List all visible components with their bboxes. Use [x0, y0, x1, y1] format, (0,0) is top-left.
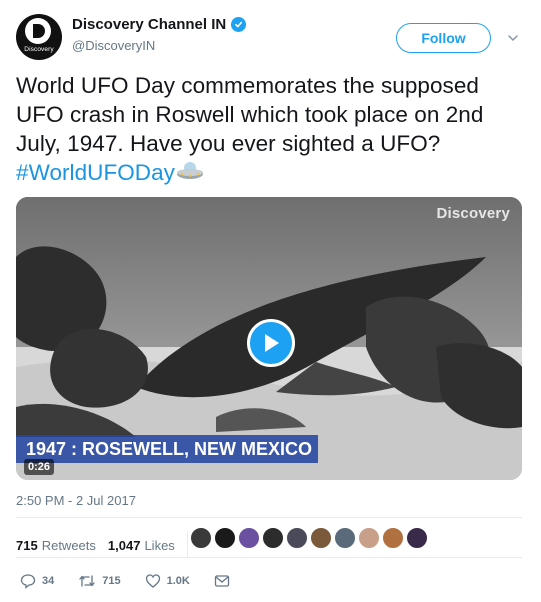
- liker-avatar[interactable]: [190, 527, 212, 549]
- liker-avatar[interactable]: [382, 527, 404, 549]
- discovery-watermark: Discovery: [436, 205, 510, 222]
- retweets-label: Retweets: [41, 537, 96, 553]
- hashtag-link[interactable]: #WorldUFODay: [16, 160, 175, 185]
- tweet-card: Discovery Discovery Channel IN @Discover…: [0, 0, 541, 602]
- retweets-count: 715: [16, 537, 38, 553]
- tweet-text: World UFO Day commemorates the supposed …: [16, 71, 526, 187]
- liker-avatar[interactable]: [334, 527, 356, 549]
- author-display-name[interactable]: Discovery Channel IN: [72, 16, 226, 33]
- avatar[interactable]: Discovery: [16, 14, 62, 60]
- retweet-count: 715: [102, 575, 121, 587]
- likes-stat[interactable]: 1,047 Likes: [108, 538, 175, 553]
- chevron-down-icon[interactable]: [506, 31, 520, 45]
- tweet-body: World UFO Day commemorates the supposed …: [16, 73, 484, 156]
- stats-separator: [186, 532, 188, 558]
- divider: [16, 557, 522, 558]
- liker-avatars: [190, 527, 428, 549]
- liker-avatar[interactable]: [310, 527, 332, 549]
- liker-avatar[interactable]: [286, 527, 308, 549]
- liker-avatar[interactable]: [406, 527, 428, 549]
- follow-button[interactable]: Follow: [396, 23, 491, 53]
- retweet-icon: [79, 575, 95, 587]
- reply-count: 34: [42, 575, 55, 587]
- envelope-icon: [214, 575, 230, 587]
- reply-icon: [20, 574, 36, 589]
- play-button[interactable]: [247, 319, 295, 367]
- video-caption: 1947 : ROSEWELL, NEW MEXICO: [16, 435, 319, 463]
- liker-avatar[interactable]: [238, 527, 260, 549]
- avatar-label: Discovery: [24, 46, 54, 53]
- like-button[interactable]: 1.0K: [145, 573, 190, 589]
- liker-avatar[interactable]: [214, 527, 236, 549]
- tweet-stats: 715 Retweets 1,047 Likes: [16, 532, 196, 558]
- video-duration: 0:26: [24, 459, 55, 475]
- retweet-button[interactable]: 715: [78, 573, 121, 589]
- retweets-stat[interactable]: 715 Retweets: [16, 538, 96, 553]
- direct-message-button[interactable]: [214, 574, 236, 588]
- verified-badge-icon: [231, 17, 247, 32]
- likes-count: 1,047: [107, 537, 141, 553]
- author-handle[interactable]: @DiscoveryIN: [72, 38, 155, 53]
- liker-avatar[interactable]: [358, 527, 380, 549]
- discovery-logo-icon: [25, 18, 51, 44]
- video-player[interactable]: Discovery 1947 : ROSEWELL, NEW MEXICO 0:…: [16, 197, 522, 480]
- reply-button[interactable]: 34: [20, 573, 54, 589]
- liker-avatar[interactable]: [262, 527, 284, 549]
- play-icon: [265, 334, 279, 352]
- divider: [16, 517, 522, 518]
- author-name-line: Discovery Channel IN: [72, 16, 247, 33]
- heart-icon: [145, 574, 160, 588]
- like-count: 1.0K: [166, 575, 190, 587]
- tweet-actions: 34 715 1.0K: [20, 573, 260, 589]
- tweet-timestamp[interactable]: 2:50 PM - 2 Jul 2017: [16, 493, 136, 508]
- likes-label: Likes: [144, 537, 175, 553]
- ufo-emoji-icon: [176, 162, 203, 179]
